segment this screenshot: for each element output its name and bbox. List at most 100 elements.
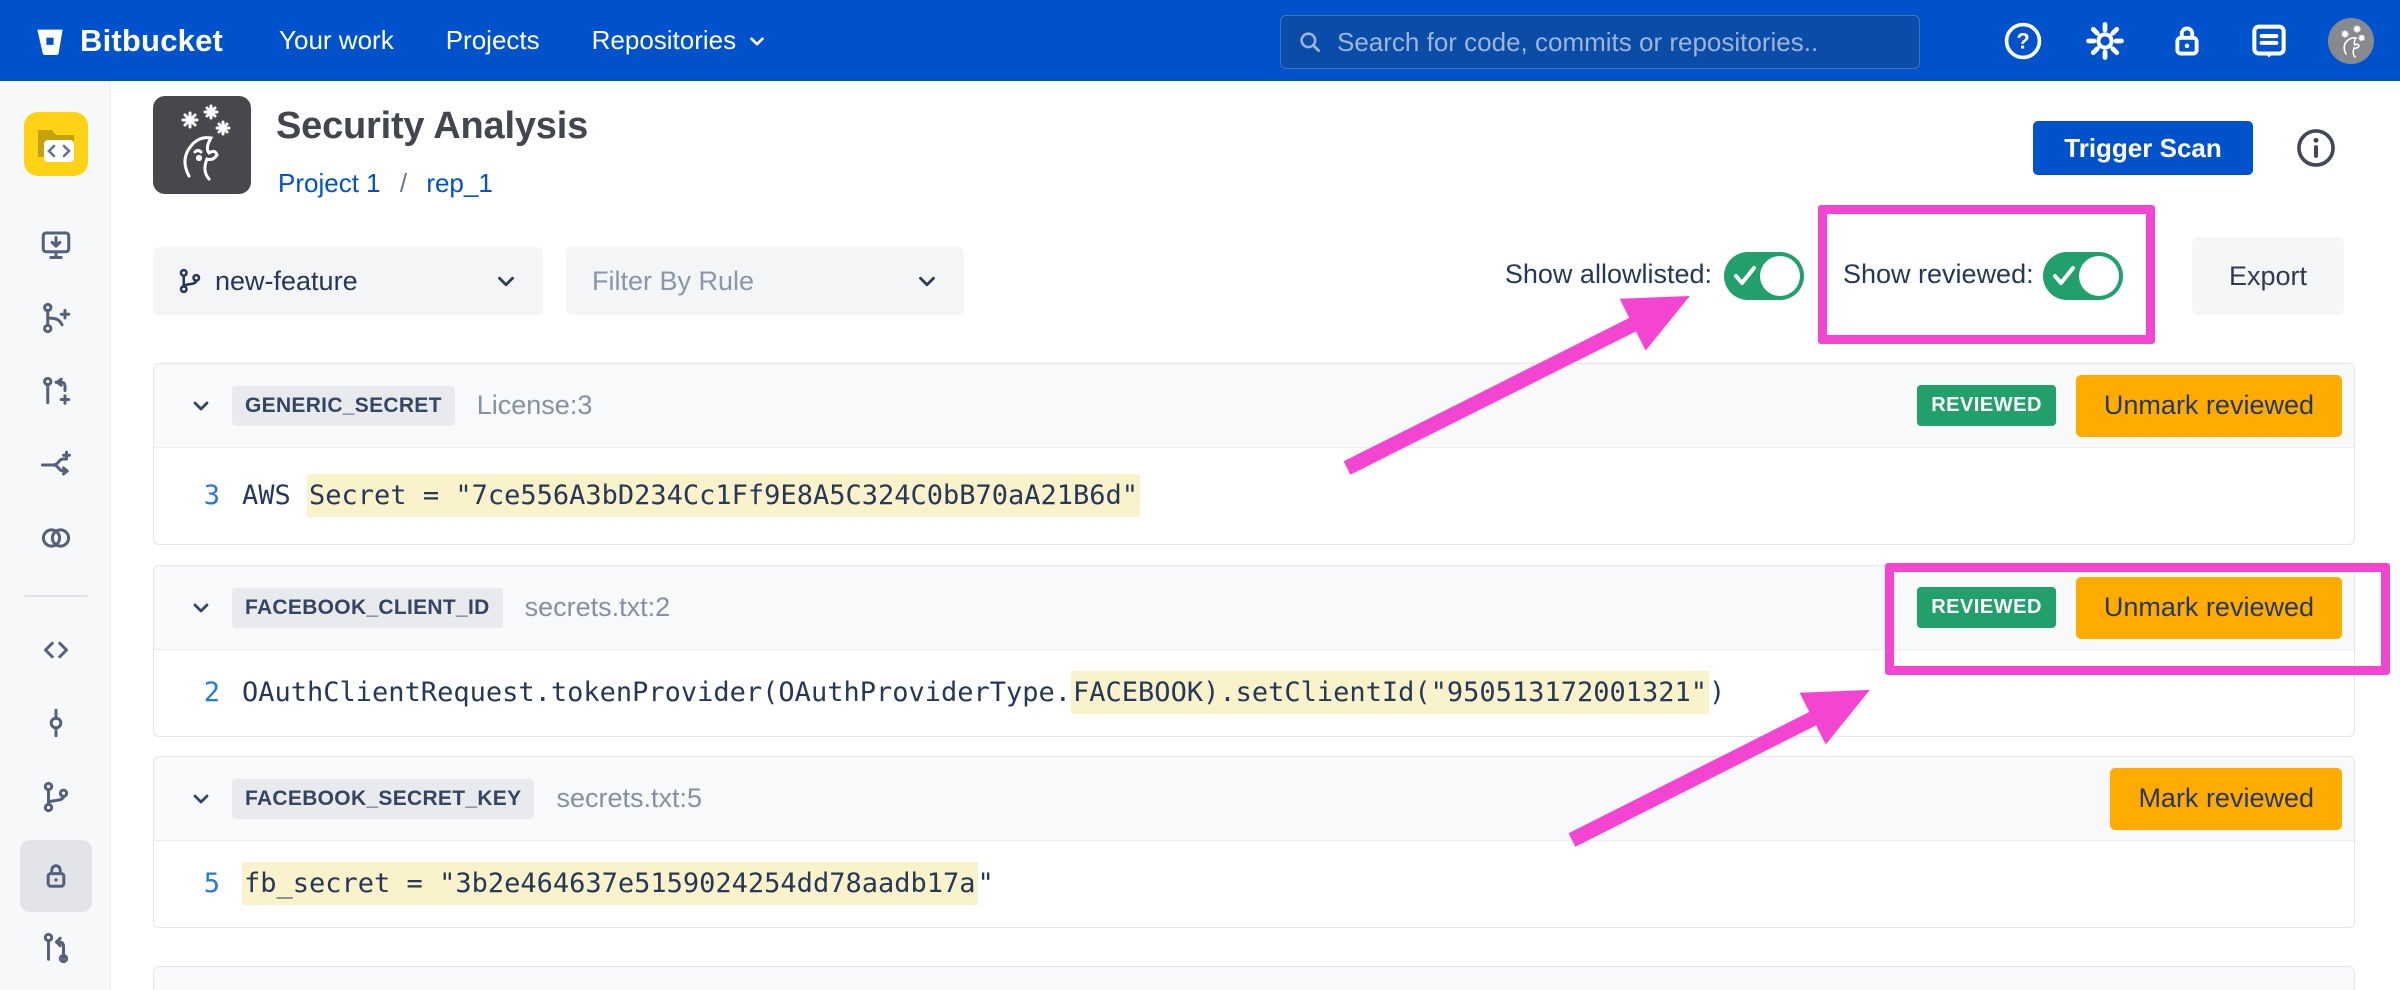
check-icon xyxy=(1732,264,1758,288)
nav-item-label: Repositories xyxy=(592,25,737,56)
sidebar-item-branches[interactable] xyxy=(20,761,92,833)
security-icon xyxy=(38,858,74,894)
code-text: ) xyxy=(1709,677,1725,708)
filter-by-rule-dropdown[interactable]: Filter By Rule xyxy=(566,247,964,315)
show-reviewed-toggle[interactable] xyxy=(2043,252,2123,300)
secret-highlight: FACEBOOK).setClientId("950513172001321" xyxy=(1071,671,1709,714)
sidebar-item-compare[interactable] xyxy=(20,502,92,574)
code-text: AWS xyxy=(242,480,307,511)
nav-item-repositories[interactable]: Repositories xyxy=(592,25,769,56)
pull-requests-icon xyxy=(38,930,74,966)
finding-card: FACEBOOK_SECRET_KEY secrets.txt:5 Mark rev… xyxy=(153,756,2355,928)
chevron-down-icon xyxy=(189,596,213,620)
brand-name: Bitbucket xyxy=(80,23,223,59)
rule-badge: FACEBOOK_CLIENT_ID xyxy=(232,588,503,628)
bitbucket-bucket-icon xyxy=(34,25,66,57)
show-allowlisted-toggle[interactable] xyxy=(1724,252,1804,300)
sidebar-item-clone[interactable] xyxy=(20,209,92,281)
sidebar-item-pull-requests[interactable] xyxy=(20,912,92,984)
repository-avatar[interactable] xyxy=(24,112,88,176)
code-text: " xyxy=(978,868,994,899)
file-location: secrets.txt:5 xyxy=(556,783,702,814)
code-line-number: 5 xyxy=(154,868,220,899)
reviewed-badge: REVIEWED xyxy=(1917,587,2056,628)
top-navigation: Bitbucket Your workProjectsRepositories … xyxy=(0,0,2400,81)
info-icon[interactable] xyxy=(2294,126,2338,170)
svg-text:?: ? xyxy=(2016,28,2029,53)
chevron-down-icon xyxy=(914,268,940,294)
create-branch-icon xyxy=(38,300,74,336)
nav-item-label: Your work xyxy=(279,25,394,56)
sidebar-item-source[interactable] xyxy=(20,614,92,686)
global-search[interactable] xyxy=(1280,15,1920,69)
finding-card-header: GENERIC_SECRETLicense:3REVIEWEDUnmark re… xyxy=(154,364,2354,448)
code-line-number: 3 xyxy=(154,480,220,511)
collapse-chevron[interactable] xyxy=(184,782,218,816)
settings-gear-icon[interactable] xyxy=(2082,18,2128,64)
clone-icon xyxy=(38,227,74,263)
search-input[interactable] xyxy=(1335,26,1879,59)
finding-card: FACEBOOK_CLIENT_ID secrets.txt:2 REVIEWED U… xyxy=(153,565,2355,737)
page-title: Security Analysis xyxy=(276,105,588,148)
repository-sidebar xyxy=(0,81,111,990)
bitbucket-logo[interactable]: Bitbucket xyxy=(34,23,223,59)
compare-icon xyxy=(38,520,74,556)
unmark-reviewed-button[interactable]: Unmark reviewed xyxy=(2076,577,2342,639)
next-finding-card-partial xyxy=(153,966,2355,990)
collapse-chevron[interactable] xyxy=(184,389,218,423)
nav-icon-group: ? xyxy=(2000,0,2374,81)
nav-menu: Your work Projects Repositories xyxy=(279,25,768,56)
branch-selector-dropdown[interactable]: new-feature xyxy=(153,247,543,315)
sidebar-item-create-pull-request[interactable] xyxy=(20,356,92,428)
breadcrumb: Project 1 / rep_1 xyxy=(278,168,493,199)
unmark-reviewed-button[interactable]: Unmark reviewed xyxy=(2076,375,2342,437)
security-lock-icon[interactable] xyxy=(2164,18,2210,64)
repo-page-avatar xyxy=(153,96,251,194)
nav-item-your-work[interactable]: Your work xyxy=(279,25,394,56)
export-button[interactable]: Export xyxy=(2192,237,2344,315)
bitbucket-security-analysis-page: Bitbucket Your workProjectsRepositories … xyxy=(0,0,2400,990)
finding-code-row: 2OAuthClientRequest.tokenProvider(OAuthP… xyxy=(154,650,2354,735)
show-allowlisted-label: Show allowlisted: xyxy=(1505,259,1712,290)
chevron-down-icon xyxy=(493,268,519,294)
breadcrumb-repo-link[interactable]: rep_1 xyxy=(426,168,493,198)
finding-card: GENERIC_SECRETLicense:3REVIEWEDUnmark re… xyxy=(153,363,2355,545)
feedback-icon[interactable] xyxy=(2246,18,2292,64)
reviewed-badge: REVIEWED xyxy=(1917,385,2056,426)
file-location: secrets.txt:2 xyxy=(525,592,671,623)
finding-card-header: FACEBOOK_CLIENT_ID secrets.txt:2 REVIEWED U… xyxy=(154,566,2354,650)
chevron-down-icon xyxy=(189,787,213,811)
help-icon[interactable]: ? xyxy=(2000,18,2046,64)
chevron-down-icon xyxy=(746,30,768,52)
sidebar-item-commits[interactable] xyxy=(20,687,92,759)
finding-code-row: 5 fb_secret = "3b2e464637e5159024254dd78a… xyxy=(154,841,2354,926)
finding-code-row: 3 AWS Secret = "7ce556A3bD234Cc1Ff9E8A5C3… xyxy=(154,448,2354,543)
trigger-scan-button[interactable]: Trigger Scan xyxy=(2033,121,2253,175)
code-line: fb_secret = "3b2e464637e5159024254dd78aa… xyxy=(242,868,994,899)
mark-reviewed-button[interactable]: Mark reviewed xyxy=(2110,768,2342,830)
nav-item-projects[interactable]: Projects xyxy=(446,25,540,56)
filter-by-rule-placeholder: Filter By Rule xyxy=(592,266,754,297)
commits-icon xyxy=(38,705,74,741)
git-branch-icon xyxy=(175,266,205,296)
sidebar-divider xyxy=(24,595,88,597)
rule-badge: GENERIC_SECRET xyxy=(232,386,455,426)
create-fork-icon xyxy=(38,447,74,483)
collapse-chevron[interactable] xyxy=(184,591,218,625)
secret-highlight: Secret = "7ce556A3bD234Cc1Ff9E8A5C324C0b… xyxy=(307,474,1140,517)
sidebar-item-create-fork[interactable] xyxy=(20,429,92,501)
secret-highlight: fb_secret = "3b2e464637e5159024254dd78aa… xyxy=(242,862,978,905)
chevron-down-icon xyxy=(189,394,213,418)
branches-icon xyxy=(38,779,74,815)
code-line: OAuthClientRequest.tokenProvider(OAuthPr… xyxy=(242,677,1725,708)
show-reviewed-label: Show reviewed: xyxy=(1843,259,2034,290)
nav-item-label: Projects xyxy=(446,25,540,56)
user-avatar[interactable] xyxy=(2328,18,2374,64)
sidebar-item-create-branch[interactable] xyxy=(20,282,92,354)
sidebar-item-security[interactable] xyxy=(20,840,92,912)
rule-badge: FACEBOOK_SECRET_KEY xyxy=(232,779,534,819)
toggle-knob xyxy=(1760,256,1800,296)
check-icon xyxy=(2051,264,2077,288)
code-line: AWS Secret = "7ce556A3bD234Cc1Ff9E8A5C32… xyxy=(242,480,1140,511)
breadcrumb-project-link[interactable]: Project 1 xyxy=(278,168,381,198)
